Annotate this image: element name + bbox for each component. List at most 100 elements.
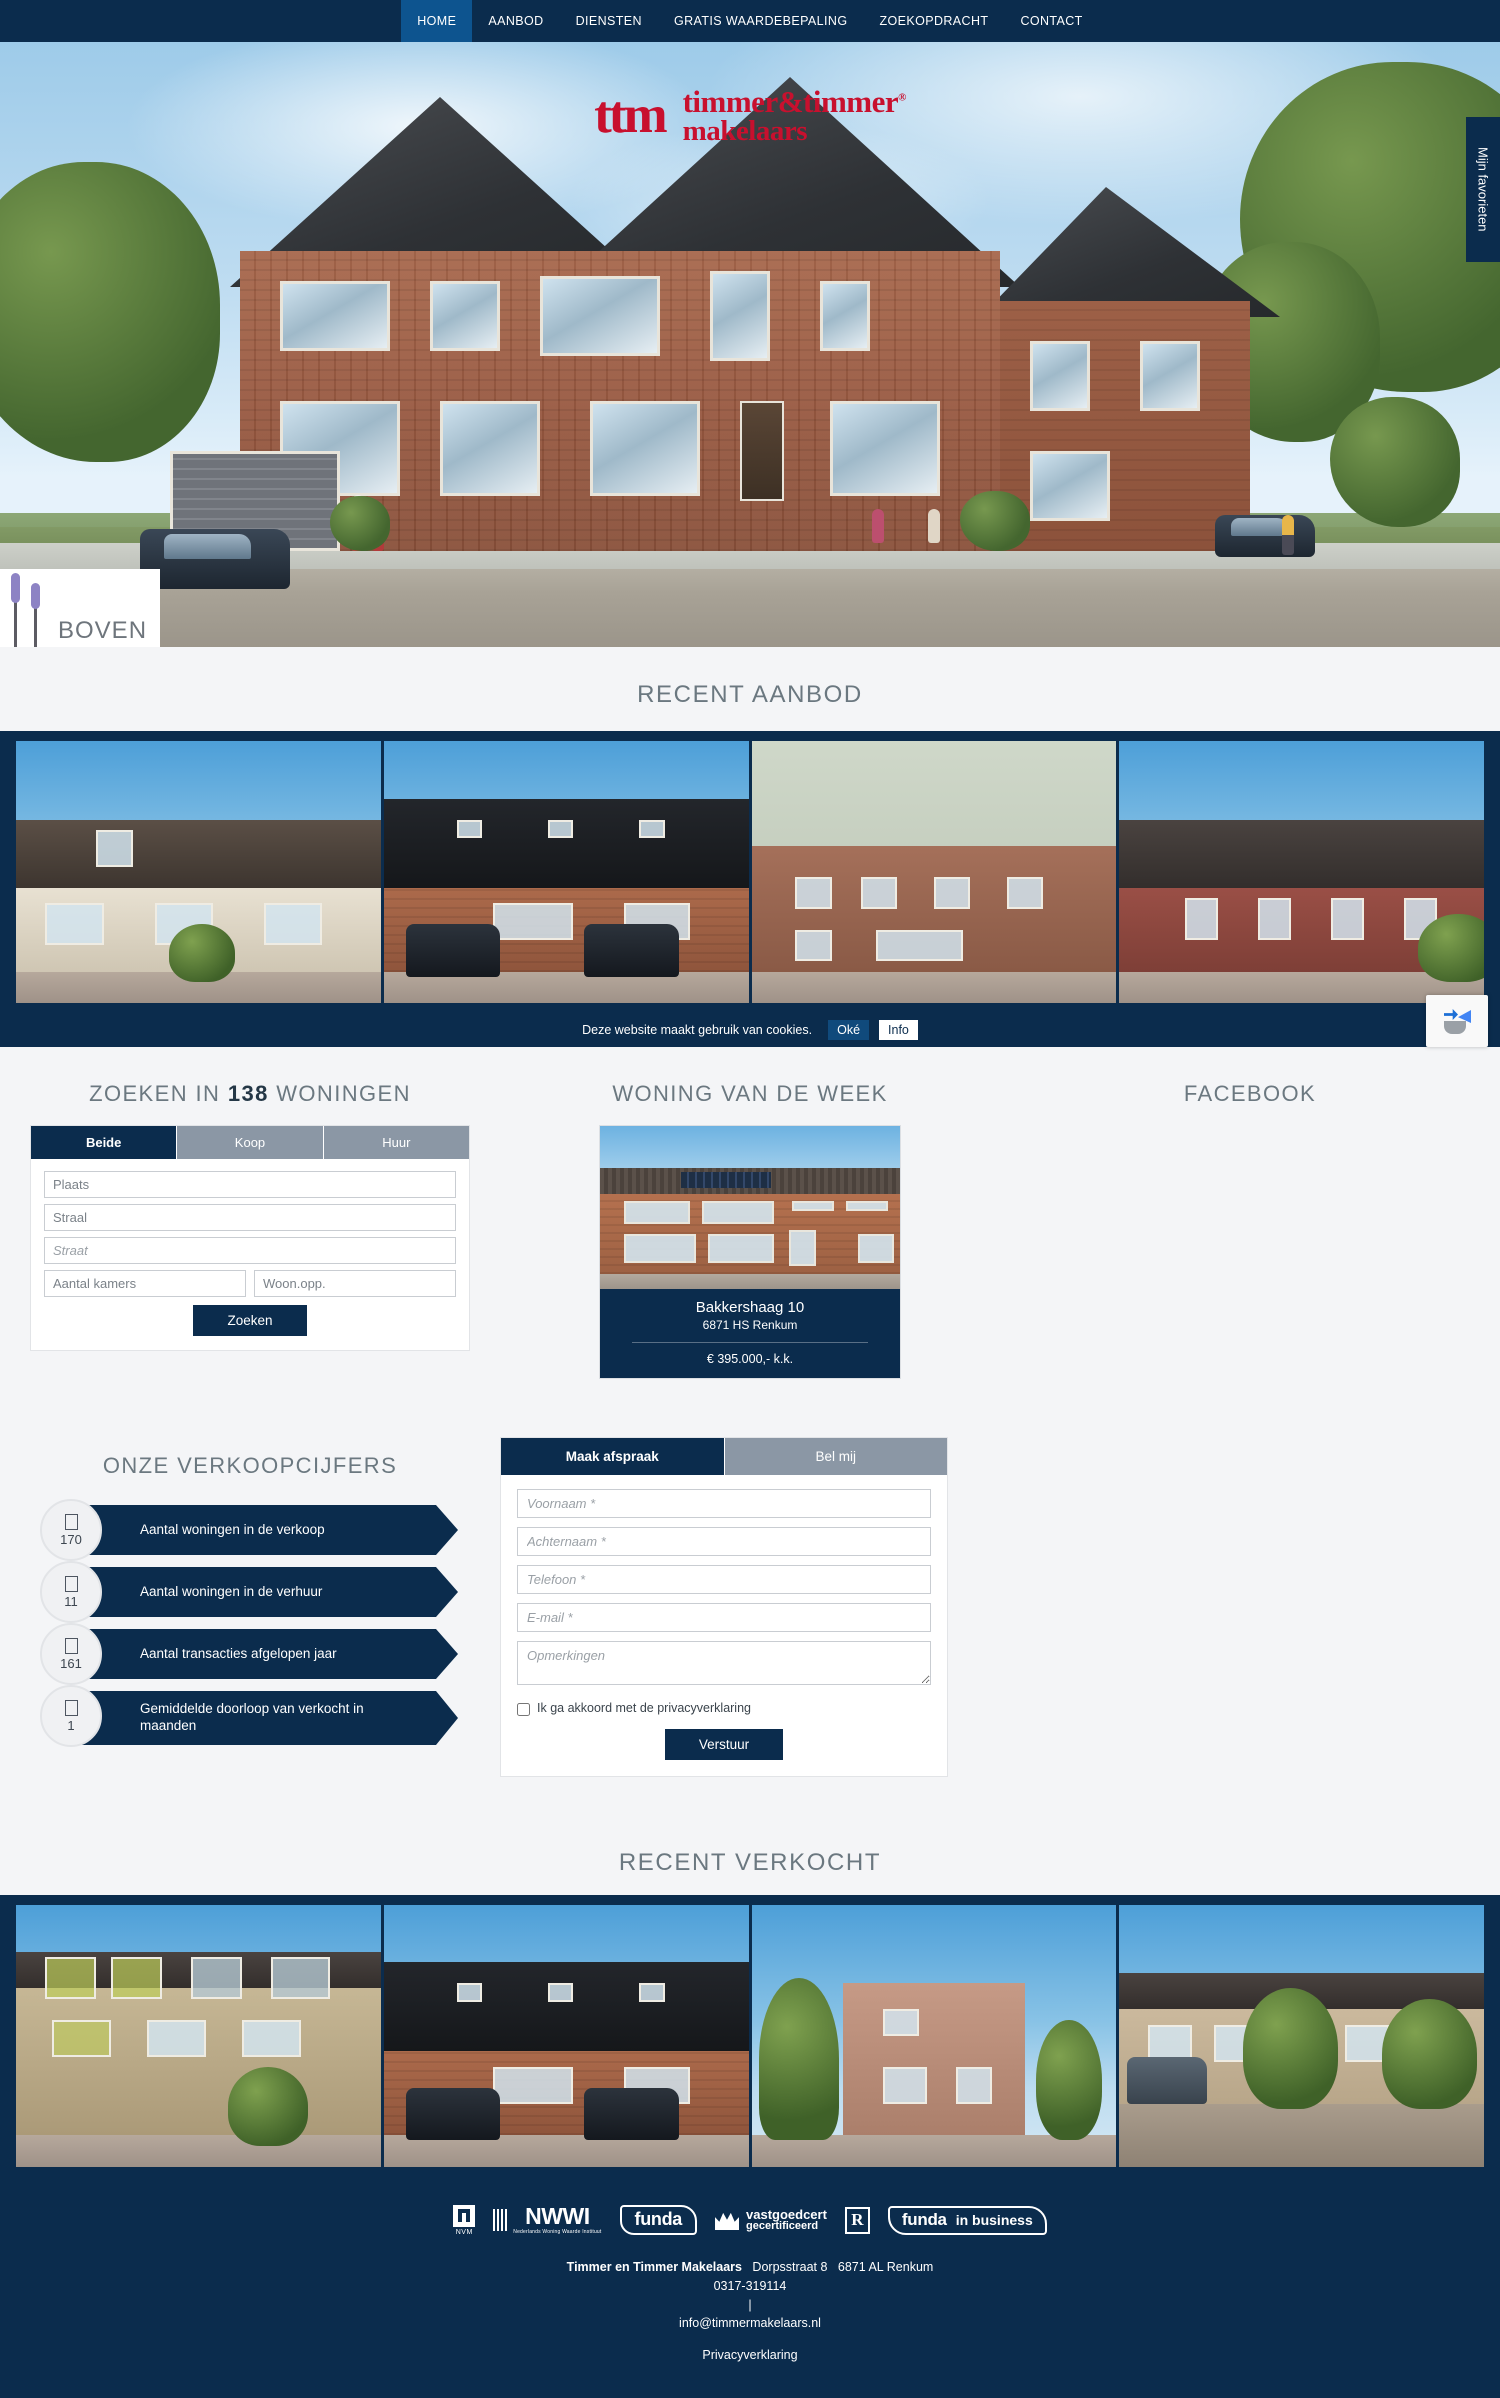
stat-label: Gemiddelde doorloop van verkocht in maan… — [140, 1701, 364, 1733]
verkoopcijfers-list: Aantal woningen in de verkoop 170 Aantal… — [40, 1499, 500, 1747]
contact-form-column: Maak afspraak Bel mij Ik ga akkoord met … — [500, 1419, 960, 1777]
hero-tree-left — [0, 162, 220, 462]
footer-email-link[interactable]: info@timmermakelaars.nl — [679, 2316, 821, 2330]
hero-window — [820, 281, 870, 351]
promo-overlay[interactable]: BOVEN — [0, 569, 160, 647]
recaptcha-badge[interactable] — [1426, 995, 1488, 1047]
hero-window — [1140, 341, 1200, 411]
featured-property-image[interactable] — [600, 1126, 900, 1289]
hero-lamppost-foliage — [1330, 397, 1460, 527]
hero-person-seated-b — [928, 509, 940, 543]
hero-window — [710, 271, 770, 361]
divider — [632, 1342, 868, 1343]
zoeken-button[interactable]: Zoeken — [193, 1305, 307, 1336]
funda-in-business-line-1: funda — [901, 2209, 947, 2229]
stat-badge: 11 — [40, 1561, 102, 1623]
hero-person-seated-a — [872, 509, 884, 543]
recent-verkocht-heading: RECENT VERKOCHT — [618, 1848, 882, 1876]
contact-form-tabs: Maak afspraak Bel mij — [501, 1438, 947, 1475]
tab-maak-afspraak[interactable]: Maak afspraak — [501, 1438, 725, 1475]
site-logo[interactable]: ttm timmer&timmer® makelaars — [594, 86, 906, 146]
sold-property-thumb[interactable] — [751, 1904, 1117, 2167]
nav-item-aanbod[interactable]: AANBOD — [472, 0, 559, 42]
straal-input[interactable] — [44, 1204, 456, 1231]
stat-bar: Aantal transacties afgelopen jaar — [80, 1629, 458, 1679]
logo-line-2: makelaars — [682, 115, 808, 147]
my-favorites-tab[interactable]: Mijn favorieten — [1466, 117, 1500, 262]
straat-input[interactable] — [44, 1237, 456, 1264]
stat-label: Aantal woningen in de verkoop — [140, 1521, 325, 1537]
voornaam-input[interactable] — [517, 1489, 931, 1518]
sold-property-thumb[interactable] — [16, 1904, 381, 2167]
contact-form-card: Maak afspraak Bel mij Ik ga akkoord met … — [500, 1437, 948, 1777]
lavender-icon — [0, 569, 58, 647]
nvm-icon — [453, 2204, 476, 2227]
opmerkingen-textarea[interactable] — [517, 1641, 931, 1685]
tab-bel-mij[interactable]: Bel mij — [724, 1438, 947, 1475]
woonoppervlakte-input[interactable] — [254, 1270, 456, 1297]
email-input[interactable] — [517, 1603, 931, 1632]
hero-door — [740, 401, 784, 501]
search-tabs: Beide Koop Huur — [31, 1126, 469, 1159]
nav-item-home[interactable]: HOME — [401, 0, 473, 42]
stat-value: 161 — [60, 1655, 82, 1671]
facebook-heading: FACEBOOK — [1183, 1081, 1317, 1106]
footer-privacy-link[interactable]: Privacyverklaring — [702, 2348, 797, 2362]
hero-car-parked — [1215, 515, 1315, 557]
vastgoedcert-text: vastgoedcert gecertificeerd — [746, 2207, 827, 2233]
stat-label: Aantal woningen in de verhuur — [140, 1583, 323, 1599]
stats-and-contact-section: ONZE VERKOOPCIJFERS Aantal woningen in d… — [0, 1419, 1500, 1819]
hero-window — [590, 401, 700, 496]
footer-city: 6871 AL Renkum — [837, 2259, 934, 2274]
property-thumb[interactable] — [383, 741, 749, 1003]
search-tab-huur[interactable]: Huur — [323, 1126, 469, 1159]
funda-in-business-badge[interactable]: funda in business — [887, 2205, 1047, 2235]
aantal-kamers-input[interactable] — [44, 1270, 246, 1297]
search-tab-koop[interactable]: Koop — [177, 1126, 324, 1159]
search-tab-beide[interactable]: Beide — [31, 1126, 178, 1159]
telefoon-input[interactable] — [517, 1565, 931, 1594]
property-thumb[interactable] — [751, 741, 1117, 1003]
verstuur-button[interactable]: Verstuur — [664, 1728, 784, 1760]
nav-item-contact[interactable]: CONTACT — [1004, 0, 1098, 42]
vastgoedcert-badge[interactable]: vastgoedcert gecertificeerd — [715, 2207, 827, 2233]
nav-item-gratis-waardebepaling[interactable]: GRATIS WAARDEBEPALING — [658, 0, 863, 42]
r-keurmerk-badge[interactable]: R — [844, 2206, 870, 2234]
plaats-input[interactable] — [44, 1171, 456, 1198]
hero-window — [1030, 451, 1110, 521]
privacy-consent-label[interactable]: Ik ga akkoord met de privacyverklaring — [537, 1701, 751, 1717]
nav-item-diensten[interactable]: DIENSTEN — [560, 0, 658, 42]
stat-row: Gemiddelde doorloop van verkocht in maan… — [40, 1685, 500, 1747]
hero-shrub — [960, 491, 1030, 551]
stat-badge: 1 — [40, 1685, 102, 1747]
footer-privacy-row: Privacyverklaring — [0, 2346, 1500, 2364]
sold-property-thumb[interactable] — [383, 1904, 749, 2167]
privacy-consent-checkbox[interactable] — [517, 1703, 530, 1716]
logo-line-1-text: timmer&timmer — [682, 84, 899, 119]
footer-phone[interactable]: 0317-319114 — [0, 2279, 1500, 2293]
hero-house-right — [1000, 301, 1250, 551]
hero-window — [830, 401, 940, 496]
achternaam-input[interactable] — [517, 1527, 931, 1556]
stat-label: Aantal transacties afgelopen jaar — [140, 1645, 337, 1661]
stat-bar: Aantal woningen in de verkoop — [80, 1505, 458, 1555]
cookie-accept-button[interactable]: Oké — [828, 1020, 870, 1040]
property-thumb[interactable] — [16, 741, 381, 1003]
sold-property-thumb[interactable] — [1119, 1904, 1484, 2167]
cookie-consent-bar: Deze website maakt gebruik van cookies. … — [0, 995, 1500, 1047]
stat-value: 170 — [60, 1531, 82, 1547]
cookie-info-button[interactable]: Info — [879, 1020, 918, 1040]
stat-row: Aantal woningen in de verhuur 11 — [40, 1561, 500, 1623]
nwwi-badge[interactable]: NWWI Nederlands Woning Waarde Instituut — [493, 2205, 601, 2235]
property-thumb[interactable] — [1119, 741, 1484, 1003]
featured-property-card[interactable]: Bakkershaag 10 6871 HS Renkum € 395.000,… — [599, 1125, 901, 1379]
recent-verkocht-strip — [0, 1894, 1500, 2177]
funda-badge[interactable]: funda — [619, 2205, 697, 2236]
stat-row: Aantal woningen in de verkoop 170 — [40, 1499, 500, 1561]
nvm-badge[interactable]: NVM — [453, 2204, 476, 2236]
featured-property-meta: Bakkershaag 10 6871 HS Renkum € 395.000,… — [600, 1289, 900, 1378]
facebook-column: FACEBOOK — [1000, 1047, 1500, 1379]
nav-item-zoekopdracht[interactable]: ZOEKOPDRACHT — [863, 0, 1004, 42]
stat-badge: 161 — [40, 1623, 102, 1685]
search-widget: Beide Koop Huur Zoeken — [30, 1125, 470, 1351]
